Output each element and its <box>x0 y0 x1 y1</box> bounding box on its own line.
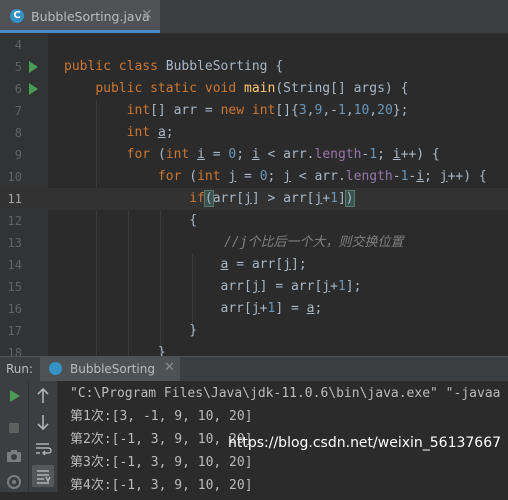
close-icon[interactable]: ✕ <box>141 7 153 23</box>
run-config-icon <box>49 362 62 375</box>
line-number: 7 <box>14 104 22 118</box>
console-line: "C:\Program Files\Java\jdk-11.0.6\bin\ja… <box>70 386 501 401</box>
code-line: 13 //j个比后一个大，则交换位置 <box>0 232 508 254</box>
code-line: 14 a = arr[j]; <box>0 254 508 276</box>
settings-icon[interactable] <box>3 471 25 493</box>
watermark-text: https://blog.csdn.net/weixin_56137667 <box>228 435 502 451</box>
line-number: 8 <box>14 126 22 140</box>
camera-icon[interactable] <box>3 445 25 467</box>
console-line: 第3次:[-1, 3, 9, 10, 20] <box>70 455 253 470</box>
line-number: 15 <box>7 280 22 294</box>
code-line: 9 for (int i = 0; i < arr.length-1; i++)… <box>0 144 508 166</box>
rerun-icon[interactable] <box>3 385 25 407</box>
code-text: { <box>64 213 198 228</box>
code-line: 17 } <box>0 320 508 342</box>
line-number: 16 <box>7 302 22 316</box>
soft-wrap-icon[interactable] <box>32 437 54 459</box>
line-number: 5 <box>14 60 22 74</box>
line-number: 14 <box>7 258 22 272</box>
code-line: 10 for (int j = 0; j < arr.length-1-i; j… <box>0 166 508 188</box>
code-line: 6 public static void main(String[] args)… <box>0 78 508 100</box>
console-line: 第4次:[-1, 3, 9, 10, 20] <box>70 478 253 493</box>
stop-icon[interactable] <box>3 417 25 439</box>
code-text: int a; <box>126 125 174 140</box>
run-tab-bubblesorting[interactable]: BubbleSorting ✕ <box>40 357 180 381</box>
code-line: 16 arr[j+1] = a; <box>0 298 508 320</box>
line-number: 12 <box>7 214 22 228</box>
arrow-down-icon[interactable] <box>32 411 54 433</box>
code-text: a = arr[j]; <box>220 257 307 272</box>
run-tool-window-header: Run: BubbleSorting ✕ <box>0 356 508 381</box>
console-line: 第1次:[3, -1, 9, 10, 20] <box>70 409 253 424</box>
code-text: if(arr[j] > arr[j+1]) <box>189 190 355 207</box>
code-line: 7 int[] arr = new int[]{3,9,-1,10,20}; <box>0 100 508 122</box>
code-text: } <box>64 345 166 356</box>
arrow-up-icon[interactable] <box>32 385 54 407</box>
code-text: public class BubbleSorting { <box>64 59 284 74</box>
code-line: 8 int a; <box>0 122 508 144</box>
code-text: public static void main(String[] args) { <box>95 81 409 96</box>
code-comment: //j个比后一个大，则交换位置 <box>224 235 404 250</box>
code-editor[interactable]: 4 5 public class BubbleSorting { 6 publi… <box>0 34 508 356</box>
line-number: 4 <box>14 38 22 52</box>
code-line: 4 <box>0 34 508 56</box>
code-line: 12 { <box>0 210 508 232</box>
line-number: 10 <box>7 170 22 184</box>
code-line: 18 } <box>0 342 508 356</box>
run-toolbar-left <box>0 381 29 492</box>
line-number: 13 <box>7 236 22 250</box>
close-icon[interactable]: ✕ <box>164 360 175 375</box>
code-text: arr[j+1] = a; <box>64 301 323 316</box>
code-line-current: 11 if(arr[j] > arr[j+1]) <box>0 188 508 210</box>
code-line: 5 public class BubbleSorting { <box>0 56 508 78</box>
code-text: for (int j = 0; j < arr.length-1-i; j++)… <box>157 169 487 184</box>
code-line: 15 arr[j] = arr[j+1]; <box>0 276 508 298</box>
code-text: } <box>64 323 198 338</box>
line-number: 9 <box>14 148 22 162</box>
run-icon[interactable] <box>29 83 38 95</box>
run-tab-label: BubbleSorting <box>70 362 155 376</box>
file-tab-bubblesorting[interactable]: C BubbleSorting.java ✕ <box>0 0 160 33</box>
line-number: 18 <box>7 346 22 356</box>
run-toolbar-right <box>29 381 58 492</box>
editor-tab-bar: C BubbleSorting.java ✕ <box>0 0 508 34</box>
run-icon[interactable] <box>29 61 38 73</box>
line-number: 6 <box>14 82 22 96</box>
file-tab-label: BubbleSorting.java <box>31 9 150 24</box>
code-text: int[] arr = new int[]{3,9,-1,10,20}; <box>126 103 409 118</box>
line-number: 11 <box>7 192 22 206</box>
line-number: 17 <box>7 324 22 338</box>
scroll-to-end-icon[interactable] <box>32 465 54 487</box>
code-text: arr[j] = arr[j+1]; <box>64 279 362 294</box>
code-text: for (int i = 0; i < arr.length-1; i++) { <box>126 147 440 162</box>
java-class-icon: C <box>10 9 24 23</box>
console-line: 第2次:[-1, 3, 9, 10, 20] <box>70 432 253 447</box>
run-label: Run: <box>6 362 34 376</box>
